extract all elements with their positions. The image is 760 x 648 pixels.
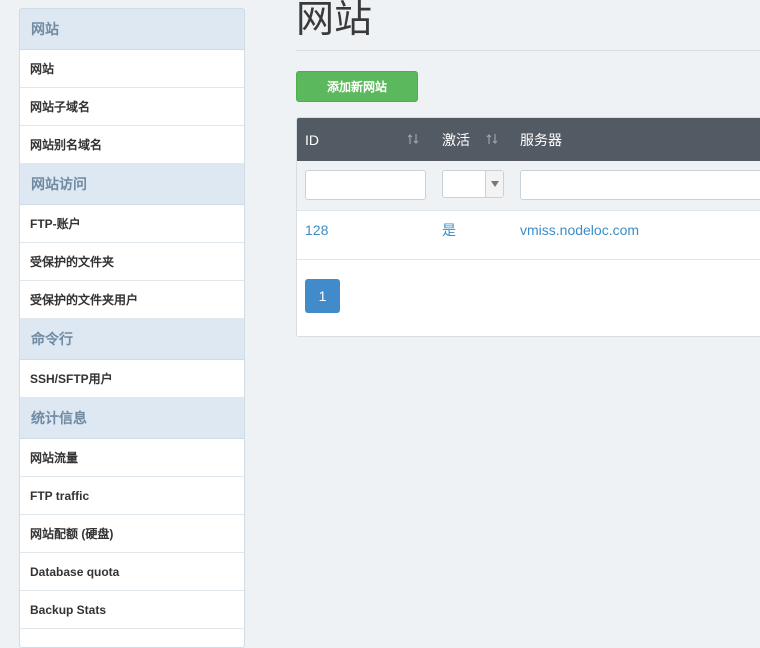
title-divider xyxy=(296,50,760,51)
sidebar-item-ftp-accounts[interactable]: FTP-账户 xyxy=(20,205,244,243)
id-filter-input[interactable] xyxy=(305,170,426,200)
sidebar-section-access: 网站访问 xyxy=(20,164,244,205)
sort-icon[interactable] xyxy=(486,132,498,146)
sidebar: 网站 网站 网站子域名 网站别名域名 网站访问 FTP-账户 受保护的文件夹 受… xyxy=(19,8,245,648)
sidebar-item-web-quota[interactable]: 网站配额 (硬盘) xyxy=(20,515,244,553)
sidebar-section-command-line: 命令行 xyxy=(20,319,244,360)
column-header-id[interactable]: ID xyxy=(305,118,319,161)
column-header-active[interactable]: 激活 xyxy=(442,118,470,161)
sort-icon[interactable] xyxy=(407,132,419,146)
sidebar-item-alias-domains[interactable]: 网站别名域名 xyxy=(20,126,244,164)
cell-active[interactable]: 是 xyxy=(442,211,456,249)
add-website-button[interactable]: 添加新网站 xyxy=(296,71,418,102)
sidebar-item-protected-folders[interactable]: 受保护的文件夹 xyxy=(20,243,244,281)
active-filter-select[interactable] xyxy=(442,170,504,198)
sidebar-item-database-quota[interactable]: Database quota xyxy=(20,553,244,591)
sidebar-item-subdomains[interactable]: 网站子域名 xyxy=(20,88,244,126)
sidebar-item-web-traffic[interactable]: 网站流量 xyxy=(20,439,244,477)
cell-id[interactable]: 128 xyxy=(305,211,328,249)
sidebar-item-protected-folder-users[interactable]: 受保护的文件夹用户 xyxy=(20,281,244,319)
cell-server[interactable]: vmiss.nodeloc.com xyxy=(520,211,639,249)
table-header: ID 激活 服务器 xyxy=(297,118,760,161)
sidebar-item-websites[interactable]: 网站 xyxy=(20,50,244,88)
sidebar-item-ftp-traffic[interactable]: FTP traffic xyxy=(20,477,244,515)
table-row: 128 是 vmiss.nodeloc.com xyxy=(297,211,760,260)
pagination-page-1[interactable]: 1 xyxy=(305,279,340,313)
filter-row xyxy=(297,161,760,211)
server-filter-input[interactable] xyxy=(520,170,760,200)
page-title: 网站 xyxy=(296,0,373,41)
sidebar-item-ssh-sftp-users[interactable]: SSH/SFTP用户 xyxy=(20,360,244,398)
column-header-server[interactable]: 服务器 xyxy=(520,118,562,161)
sidebar-section-statistics: 统计信息 xyxy=(20,398,244,439)
chevron-down-icon[interactable] xyxy=(485,171,503,197)
websites-table: ID 激活 服务器 128 是 vmiss.nodeloc.com 1 xyxy=(296,117,760,337)
sidebar-section-websites: 网站 xyxy=(20,9,244,50)
sidebar-item-backup-stats[interactable]: Backup Stats xyxy=(20,591,244,629)
